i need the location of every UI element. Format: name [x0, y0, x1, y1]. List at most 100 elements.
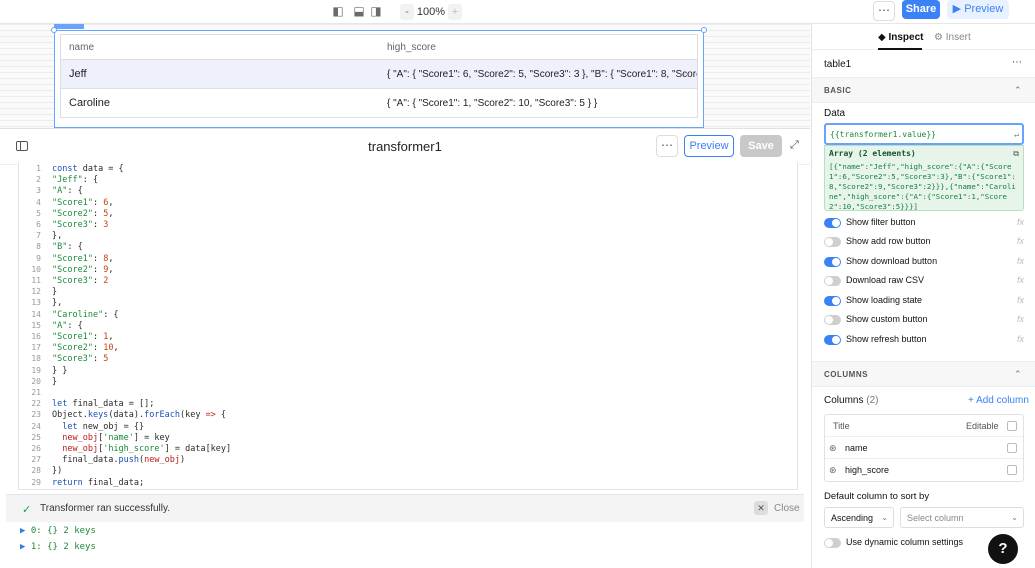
- fx-icon[interactable]: fx: [1017, 295, 1024, 305]
- share-button[interactable]: Share: [902, 0, 940, 19]
- data-input[interactable]: {{transformer1.value}} ↵: [824, 123, 1024, 145]
- expand-editor-icon[interactable]: ↵: [1014, 130, 1019, 139]
- column-header-name[interactable]: name: [61, 42, 379, 53]
- result-item[interactable]: ▶ 1: {} 2 keys: [20, 542, 96, 552]
- column-item[interactable]: ⊛ high_score: [825, 459, 1023, 481]
- row-actions-icon[interactable]: ⋯: [679, 69, 689, 80]
- toggle-switch[interactable]: [824, 218, 841, 228]
- line-number: 3: [36, 186, 41, 196]
- editable-all-checkbox[interactable]: [1007, 421, 1017, 431]
- table1-component[interactable]: name high_score Jeff { "A": { "Score1": …: [51, 27, 707, 128]
- option-download-raw-csv[interactable]: Download raw CSV fx: [824, 274, 1024, 288]
- code-line: } }: [52, 365, 68, 376]
- columns-table-header: Title Editable: [825, 415, 1023, 437]
- transformer-header: transformer1 ⋯ Preview Save ⤢: [0, 129, 810, 165]
- transformer-save-button[interactable]: Save: [740, 135, 782, 157]
- table-row[interactable]: Jeff { "A": { "Score1": 6, "Score2": 5, …: [61, 60, 697, 89]
- option-show-custom-button[interactable]: Show custom button fx: [824, 313, 1024, 327]
- transformer-preview-button[interactable]: Preview: [684, 135, 734, 157]
- zoom-in-button[interactable]: +: [447, 3, 462, 20]
- option-show-download-button[interactable]: Show download button fx: [824, 255, 1024, 269]
- editable-checkbox[interactable]: [1007, 465, 1017, 475]
- data-preview: Array (2 elements) ⧉ [{"name":"Jeff","hi…: [824, 145, 1024, 211]
- line-number: 29: [31, 477, 41, 487]
- sort-order-select[interactable]: Ascending ⌄: [824, 507, 894, 528]
- line-number: 9: [36, 253, 41, 263]
- code-line: }: [52, 376, 58, 387]
- tab-inspect[interactable]: ◆ Inspect: [878, 32, 923, 43]
- chevron-up-icon[interactable]: ⌃: [1014, 369, 1022, 380]
- option-show-refresh-button[interactable]: Show refresh button fx: [824, 333, 1024, 347]
- fx-icon[interactable]: fx: [1017, 334, 1024, 344]
- expand-arrow-icon[interactable]: ▶: [20, 526, 25, 536]
- resize-handle[interactable]: [51, 27, 57, 33]
- add-column-button[interactable]: + Add column: [968, 395, 1029, 406]
- code-line: }): [52, 466, 63, 477]
- line-number: 4: [36, 197, 41, 207]
- fx-icon[interactable]: fx: [1017, 256, 1024, 266]
- toggle-switch[interactable]: [824, 257, 841, 267]
- expand-arrow-icon[interactable]: ▶: [20, 542, 25, 552]
- fx-icon[interactable]: fx: [1017, 314, 1024, 324]
- line-number: 15: [31, 320, 41, 330]
- help-button[interactable]: ?: [988, 534, 1018, 564]
- result-item[interactable]: ▶ 0: {} 2 keys: [20, 526, 96, 536]
- option-show-loading-state[interactable]: Show loading state fx: [824, 294, 1024, 308]
- line-number: 13: [31, 298, 41, 308]
- option-show-filter-button[interactable]: Show filter button fx: [824, 216, 1024, 230]
- fx-icon[interactable]: fx: [1017, 236, 1024, 246]
- option-show-add-row-button[interactable]: Show add row button fx: [824, 235, 1024, 249]
- code-line: },: [52, 298, 63, 309]
- resize-handle[interactable]: [701, 27, 707, 33]
- toggle-switch[interactable]: [824, 276, 841, 286]
- component-name[interactable]: table1: [824, 59, 851, 70]
- sort-column-select[interactable]: Select column ⌄: [900, 507, 1024, 528]
- cell-name: Caroline: [69, 97, 110, 109]
- cell-high-score: { "A": { "Score1": 1, "Score2": 10, "Sco…: [387, 97, 598, 109]
- section-columns-header[interactable]: COLUMNS ⌃: [812, 361, 1035, 387]
- expand-icon[interactable]: ⤢: [790, 139, 802, 151]
- line-number: 14: [31, 309, 41, 319]
- code-line: final_data.push(new_obj): [52, 455, 186, 466]
- bottom-panel-toggle-icon[interactable]: ⬓: [352, 4, 366, 18]
- top-toolbar: ◧ ⬓ ◨ - 100% + ⋯ Share ▶ Preview: [0, 0, 1035, 24]
- transformer-more-button[interactable]: ⋯: [656, 135, 678, 157]
- chevron-up-icon[interactable]: ⌃: [1014, 85, 1022, 96]
- section-basic-header[interactable]: BASIC ⌃: [812, 77, 1035, 103]
- close-icon[interactable]: ✕: [754, 501, 768, 515]
- table-row[interactable]: Caroline { "A": { "Score1": 1, "Score2":…: [61, 89, 697, 118]
- title-header: Title: [833, 421, 850, 431]
- line-number: 12: [31, 287, 41, 297]
- column-header-high-score[interactable]: high_score: [379, 42, 697, 53]
- preview-button[interactable]: ▶ Preview: [947, 0, 1009, 19]
- code-line: "Caroline": {: [52, 309, 119, 320]
- line-number: 8: [36, 242, 41, 252]
- tab-insert[interactable]: ⚙ Insert: [934, 32, 971, 43]
- result-value: {} 2 keys: [47, 542, 96, 552]
- column-item[interactable]: ⊛ name: [825, 437, 1023, 459]
- code-line: }: [52, 287, 58, 298]
- code-line: "A": {: [52, 186, 83, 197]
- line-number: 22: [31, 399, 41, 409]
- toggle-switch[interactable]: [824, 335, 841, 345]
- editable-checkbox[interactable]: [1007, 443, 1017, 453]
- code-line: "Jeff": {: [52, 175, 99, 186]
- toggle-switch[interactable]: [824, 237, 841, 247]
- toggle-switch[interactable]: [824, 296, 841, 306]
- code-line: let new_obj = {}: [62, 421, 145, 432]
- line-number: 7: [36, 231, 41, 241]
- fx-icon[interactable]: fx: [1017, 217, 1024, 227]
- left-panel-toggle-icon[interactable]: ◧: [331, 4, 345, 18]
- code-line: "Score1": 6,: [52, 197, 114, 208]
- code-editor[interactable]: 1 2 3 4 5 6 7 8 9 10 11 12 13 14 15 16 17 18 19 20 21 22 23 24 2…: [18, 162, 798, 490]
- zoom-out-button[interactable]: -: [400, 3, 414, 20]
- copy-icon[interactable]: ⧉: [1013, 149, 1019, 159]
- section-basic-label: BASIC: [824, 86, 852, 95]
- more-options-button[interactable]: ⋯: [873, 1, 895, 21]
- fx-icon[interactable]: fx: [1017, 275, 1024, 285]
- toggle-switch[interactable]: [824, 315, 841, 325]
- right-panel-toggle-icon[interactable]: ◨: [369, 4, 383, 18]
- component-more-icon[interactable]: ⋯: [1012, 57, 1022, 68]
- close-button[interactable]: Close: [774, 503, 800, 514]
- toggle-switch[interactable]: [824, 538, 841, 548]
